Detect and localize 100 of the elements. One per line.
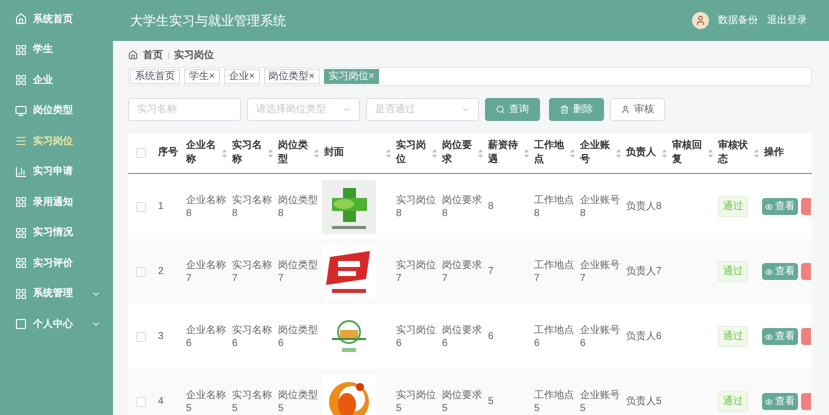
column-header[interactable]: 企业名称 bbox=[186, 139, 221, 167]
table-cell-text: 负责人8 bbox=[625, 200, 663, 213]
input-field[interactable]: 实习名称 bbox=[128, 98, 241, 121]
sidebar-item[interactable]: 系统管理 bbox=[0, 278, 113, 309]
close-icon[interactable]: × bbox=[248, 69, 255, 84]
table-cell-text: 3 bbox=[157, 330, 165, 343]
column-header: 操作 bbox=[764, 146, 784, 160]
table-cell-text: 岗位类型7 bbox=[277, 258, 319, 284]
table-cell-text: 岗位类型8 bbox=[277, 194, 319, 220]
delete-button[interactable] bbox=[801, 328, 811, 345]
table-cell-text: 企业账号7 bbox=[579, 258, 621, 284]
table-cell-text: 工作地点8 bbox=[533, 194, 575, 220]
delete-button[interactable] bbox=[801, 393, 811, 410]
column-header[interactable]: 封面 bbox=[324, 146, 344, 160]
tab[interactable]: 学生× bbox=[184, 69, 220, 84]
sort-icon[interactable] bbox=[386, 148, 391, 158]
view-button[interactable]: 查看 bbox=[762, 263, 798, 280]
checkbox[interactable] bbox=[136, 266, 146, 276]
checkbox[interactable] bbox=[136, 332, 146, 342]
tab[interactable]: 实习岗位× bbox=[324, 69, 380, 84]
column-header[interactable]: 岗位类型 bbox=[278, 139, 313, 167]
tab[interactable]: 企业× bbox=[224, 69, 260, 84]
header-link[interactable]: 退出登录 bbox=[767, 13, 807, 28]
status-tag: 通过 bbox=[718, 196, 748, 217]
column-header[interactable]: 岗位要求 bbox=[442, 139, 477, 167]
sort-icon[interactable] bbox=[314, 148, 319, 158]
sidebar-item[interactable]: 实习岗位 bbox=[0, 126, 113, 156]
checkbox[interactable] bbox=[136, 396, 146, 406]
sidebar-item[interactable]: 实习评价 bbox=[0, 248, 113, 278]
chevron-down-icon bbox=[461, 105, 470, 114]
sidebar-item[interactable]: 岗位类型 bbox=[0, 96, 113, 126]
home-icon bbox=[15, 13, 27, 26]
view-button[interactable]: 查看 bbox=[762, 393, 798, 410]
table-cell-text: 4 bbox=[157, 395, 165, 408]
select-field[interactable]: 请选择岗位类型 bbox=[247, 98, 360, 121]
sort-icon[interactable] bbox=[478, 148, 483, 158]
table-cell-text: 实习岗位7 bbox=[395, 258, 437, 284]
sort-icon[interactable] bbox=[754, 148, 759, 158]
table-cell-text: 7 bbox=[487, 265, 495, 278]
avatar[interactable] bbox=[692, 12, 709, 29]
search-button[interactable]: 查询 bbox=[485, 98, 540, 121]
list-icon bbox=[15, 135, 27, 148]
table-cell-text: 企业账号6 bbox=[579, 324, 621, 350]
checkbox[interactable] bbox=[136, 148, 146, 158]
table-cell-text: 企业名称6 bbox=[185, 324, 227, 350]
chevron-down-icon bbox=[342, 105, 351, 114]
column-header[interactable]: 薪资待遇 bbox=[488, 139, 523, 167]
table-cell-text: 企业名称7 bbox=[185, 258, 227, 284]
sidebar-item[interactable]: 实习申请 bbox=[0, 156, 113, 187]
table-cell-text: 企业名称8 bbox=[185, 194, 227, 220]
sidebar-item[interactable]: 系统首页 bbox=[0, 4, 113, 34]
close-icon[interactable]: × bbox=[308, 69, 315, 84]
tab[interactable]: 系统首页 bbox=[130, 69, 180, 84]
delete-button[interactable] bbox=[801, 198, 811, 215]
sort-icon[interactable] bbox=[570, 148, 575, 158]
sort-icon[interactable] bbox=[524, 148, 529, 158]
table-cell-text: 工作地点6 bbox=[533, 324, 575, 350]
sidebar-item[interactable]: 实习情况 bbox=[0, 218, 113, 248]
table-cell-text: 企业名称5 bbox=[185, 388, 227, 414]
breadcrumb-item: 实习岗位 bbox=[174, 48, 214, 62]
sort-icon[interactable] bbox=[222, 148, 227, 158]
column-header[interactable]: 企业账号 bbox=[580, 139, 615, 167]
audit-button[interactable]: 审核 bbox=[610, 98, 665, 121]
column-header: 序号 bbox=[158, 146, 178, 160]
sort-icon[interactable] bbox=[268, 148, 273, 158]
table-cell-text: 负责人6 bbox=[625, 330, 663, 343]
column-header[interactable]: 实习名称 bbox=[232, 139, 267, 167]
sort-icon[interactable] bbox=[662, 148, 667, 158]
sort-icon[interactable] bbox=[616, 148, 621, 158]
sidebar-item[interactable]: 学生 bbox=[0, 34, 113, 65]
checkbox[interactable] bbox=[136, 202, 146, 212]
sidebar-item[interactable]: 企业 bbox=[0, 65, 113, 96]
delete-button[interactable] bbox=[801, 263, 811, 280]
grid-icon bbox=[15, 44, 27, 56]
view-button[interactable]: 查看 bbox=[762, 328, 798, 345]
tab[interactable]: 岗位类型× bbox=[264, 69, 320, 84]
column-header[interactable]: 审核状态 bbox=[718, 139, 753, 167]
column-header[interactable]: 负责人 bbox=[626, 146, 656, 160]
eye-icon bbox=[765, 398, 773, 406]
column-header[interactable]: 实习岗位 bbox=[396, 139, 431, 167]
sidebar-item[interactable]: 录用通知 bbox=[0, 187, 113, 218]
close-icon[interactable]: × bbox=[368, 69, 374, 84]
column-header[interactable]: 审核回复 bbox=[672, 139, 707, 167]
table-cell-text: 岗位要求7 bbox=[441, 258, 483, 284]
close-icon[interactable]: × bbox=[209, 69, 215, 84]
table-cell-text: 岗位要求6 bbox=[441, 324, 483, 350]
table-cell-text: 实习名称5 bbox=[231, 388, 273, 414]
sort-icon[interactable] bbox=[432, 148, 437, 158]
table-cell-text: 岗位要求5 bbox=[441, 388, 483, 414]
view-button[interactable]: 查看 bbox=[762, 198, 798, 215]
sidebar-item[interactable]: 个人中心 bbox=[0, 309, 113, 340]
column-header[interactable]: 工作地点 bbox=[534, 139, 569, 167]
select-field[interactable]: 是否通过 bbox=[366, 98, 479, 121]
bar-chart-icon bbox=[15, 166, 27, 178]
table-cell-text: 5 bbox=[487, 395, 495, 408]
home-icon bbox=[128, 50, 138, 60]
breadcrumb-item[interactable]: 首页 bbox=[143, 48, 163, 62]
sort-icon[interactable] bbox=[708, 148, 713, 158]
delete-button[interactable]: 删除 bbox=[549, 98, 604, 121]
header-link[interactable]: 数据备份 bbox=[718, 13, 758, 28]
